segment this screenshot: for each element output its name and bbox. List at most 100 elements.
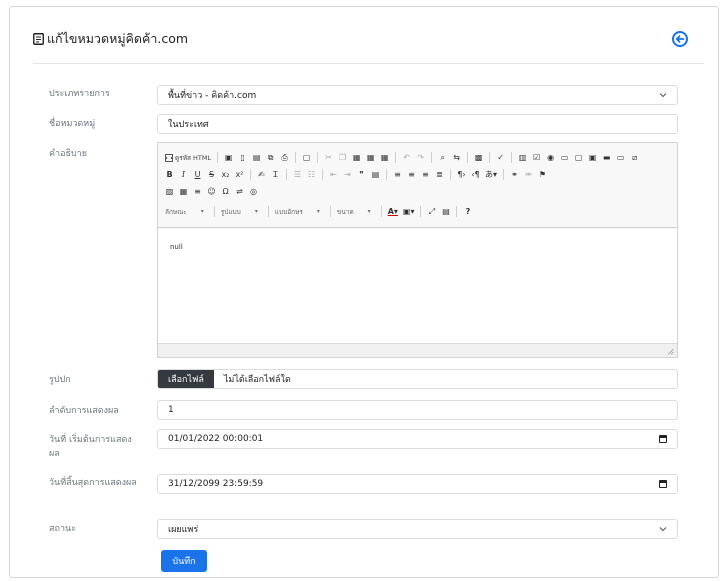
chevron-down-icon bbox=[659, 527, 667, 532]
select-field-icon[interactable]: ▣ bbox=[588, 152, 597, 163]
rtl-icon[interactable]: ‹¶ bbox=[471, 169, 480, 180]
subscript-icon[interactable]: x₂ bbox=[221, 169, 230, 180]
document-edit-icon bbox=[33, 33, 44, 45]
status-select[interactable]: เผยแพร่ bbox=[157, 519, 678, 539]
anchor-flag-icon[interactable]: ⚑ bbox=[538, 169, 547, 180]
strike-icon[interactable]: S bbox=[207, 169, 216, 180]
end-date-input[interactable]: 31/12/2099 23:59:59 bbox=[157, 474, 678, 494]
align-center-icon[interactable]: ≡ bbox=[407, 169, 416, 180]
styles-combo[interactable]: ลักษณะ ▾ bbox=[165, 207, 204, 217]
remove-format-icon[interactable]: Ꮖ bbox=[271, 169, 280, 180]
resize-handle-icon[interactable] bbox=[667, 348, 674, 355]
indent-icon[interactable]: ⇥ bbox=[343, 169, 352, 180]
undo-icon[interactable]: ↶ bbox=[402, 152, 411, 163]
copy-icon[interactable]: ❐ bbox=[338, 152, 347, 163]
calendar-icon[interactable] bbox=[659, 480, 667, 488]
radio-icon[interactable]: ◉ bbox=[546, 152, 555, 163]
link-icon[interactable]: ⚭ bbox=[510, 169, 519, 180]
toolbar-separator bbox=[420, 206, 422, 217]
form-icon[interactable]: ▥ bbox=[518, 152, 527, 163]
toolbar-separator bbox=[317, 152, 319, 163]
font-combo[interactable]: แบบอักษร ▾ bbox=[275, 207, 320, 217]
print-icon[interactable]: ⎙ bbox=[280, 152, 289, 163]
source-button[interactable]: ดูรหัส HTML bbox=[165, 152, 211, 163]
blockquote-icon[interactable]: ❞ bbox=[357, 169, 366, 180]
preview-icon[interactable]: ⧉ bbox=[266, 152, 275, 163]
bold-icon[interactable]: B bbox=[165, 169, 174, 180]
italic-icon[interactable]: I bbox=[179, 169, 188, 180]
textarea-icon[interactable]: ▢ bbox=[574, 152, 583, 163]
display-order-input[interactable]: 1 bbox=[157, 400, 678, 420]
justify-icon[interactable]: ≣ bbox=[435, 169, 444, 180]
ltr-icon[interactable]: ¶› bbox=[457, 169, 466, 180]
page-break-icon[interactable]: ⇌ bbox=[235, 186, 244, 197]
paste-text-icon[interactable]: ▦ bbox=[366, 152, 375, 163]
bulleted-list-icon[interactable]: ☷ bbox=[307, 169, 316, 180]
cover-image-file-input[interactable]: เลือกไฟล์ ไม่ได้เลือกไฟล์ใด bbox=[157, 369, 678, 389]
unlink-icon[interactable]: ⚮ bbox=[524, 169, 533, 180]
toolbar-separator bbox=[511, 152, 513, 163]
templates-icon[interactable]: ▤ bbox=[252, 152, 261, 163]
select-all-icon[interactable]: ▩ bbox=[474, 152, 483, 163]
button-field-icon[interactable]: ▬ bbox=[602, 152, 611, 163]
div-container-icon[interactable]: ▤ bbox=[371, 169, 380, 180]
horizontal-rule-icon[interactable]: ≡ bbox=[193, 186, 202, 197]
new-page-icon[interactable]: ▯ bbox=[238, 152, 247, 163]
source-button-label: ดูรหัส HTML bbox=[175, 153, 212, 162]
text-color-icon[interactable]: A▾ bbox=[388, 206, 398, 217]
spellcheck-icon[interactable]: ✓ bbox=[496, 152, 505, 163]
start-date-label: วันที่ เริ่มต้นการแสดงผล bbox=[49, 435, 132, 459]
image-button-icon[interactable]: ▭ bbox=[616, 152, 625, 163]
status-value: เผยแพร่ bbox=[168, 525, 199, 535]
save-button[interactable]: บันทึก bbox=[161, 550, 207, 572]
hidden-field-icon[interactable]: ⧄ bbox=[630, 152, 639, 163]
save-doc-icon[interactable]: ▣ bbox=[224, 152, 233, 163]
redo-icon[interactable]: ↷ bbox=[416, 152, 425, 163]
category-name-input[interactable]: ในประเทศ bbox=[157, 114, 678, 134]
toolbar-separator bbox=[213, 206, 215, 217]
underline-icon[interactable]: U bbox=[193, 169, 202, 180]
textfield-icon[interactable]: ▭ bbox=[560, 152, 569, 163]
size-combo[interactable]: ขนาด ▾ bbox=[337, 207, 371, 217]
special-char-icon[interactable]: Ω bbox=[221, 186, 230, 197]
superscript-icon[interactable]: x² bbox=[235, 169, 244, 180]
replace-icon[interactable]: ⇆ bbox=[452, 152, 461, 163]
table-icon[interactable]: ▦ bbox=[179, 186, 188, 197]
checkbox-icon[interactable]: ☑ bbox=[532, 152, 541, 163]
paste-word-icon[interactable]: ▦ bbox=[380, 152, 389, 163]
show-blocks-icon[interactable]: ▤ bbox=[441, 206, 450, 217]
news-type-select[interactable]: พื้นที่ข่าว - คิดค้า.com bbox=[157, 85, 678, 105]
cover-image-label: รูปปก bbox=[49, 375, 71, 385]
toolbar-separator bbox=[489, 152, 491, 163]
language-icon[interactable]: あ▾ bbox=[485, 169, 497, 180]
find-icon[interactable]: ⌕ bbox=[438, 152, 447, 163]
numbered-list-icon[interactable]: ☰ bbox=[293, 169, 302, 180]
iframe-icon[interactable]: ◎ bbox=[249, 186, 258, 197]
document-icon[interactable]: ▢ bbox=[302, 152, 311, 163]
outdent-icon[interactable]: ⇤ bbox=[329, 169, 338, 180]
align-right-icon[interactable]: ≡ bbox=[421, 169, 430, 180]
help-icon[interactable]: ? bbox=[463, 206, 472, 217]
format-combo[interactable]: รูปแบบ ▾ bbox=[221, 207, 258, 217]
paste-icon[interactable]: ▦ bbox=[352, 152, 361, 163]
calendar-icon[interactable] bbox=[659, 435, 667, 443]
start-date-value: 01/01/2022 00:00:01 bbox=[168, 434, 264, 444]
image-icon[interactable]: ▨ bbox=[165, 186, 174, 197]
news-type-value: พื้นที่ข่าว - คิดค้า.com bbox=[168, 91, 257, 101]
smiley-icon[interactable]: ☺ bbox=[207, 186, 216, 197]
header-divider bbox=[33, 63, 704, 64]
align-left-icon[interactable]: ≡ bbox=[393, 169, 402, 180]
cut-icon[interactable]: ✂ bbox=[324, 152, 333, 163]
page-title-text: แก้ไขหมวดหมู่คิดค้า.com bbox=[47, 31, 189, 46]
editor-content-area[interactable]: null bbox=[158, 229, 677, 344]
format-combo-label: รูปแบบ bbox=[220, 207, 241, 216]
combo-arrow-icon: ▾ bbox=[254, 208, 258, 215]
copy-format-icon[interactable]: ✍ bbox=[257, 169, 266, 180]
file-status-text: ไม่ได้เลือกไฟล์ใด bbox=[223, 375, 291, 385]
maximize-icon[interactable]: ⤢ bbox=[427, 206, 436, 217]
combo-arrow-icon: ▾ bbox=[200, 208, 204, 215]
bg-color-icon[interactable]: ▣▾ bbox=[403, 206, 415, 217]
back-button[interactable] bbox=[672, 31, 688, 47]
choose-file-button[interactable]: เลือกไฟล์ bbox=[158, 370, 214, 388]
start-date-input[interactable]: 01/01/2022 00:00:01 bbox=[157, 429, 678, 449]
